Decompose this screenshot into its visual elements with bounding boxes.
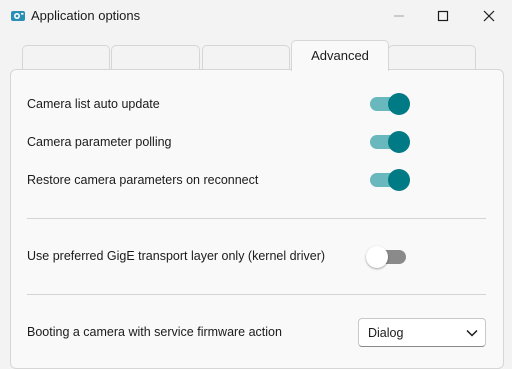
- maximize-icon: [437, 10, 449, 22]
- tab-5[interactable]: [388, 45, 476, 69]
- minimize-button[interactable]: [376, 0, 422, 32]
- booting-label: Booting a camera with service firmware a…: [27, 325, 282, 339]
- toggle-knob: [366, 246, 388, 268]
- booting-action-value: Dialog: [368, 326, 404, 340]
- window-title: Application options: [31, 8, 141, 23]
- toggle-knob: [388, 169, 410, 191]
- title-bar: Application options: [0, 0, 512, 32]
- booting-action-select[interactable]: Dialog: [358, 318, 486, 347]
- chevron-down-icon: [466, 329, 478, 337]
- polling-label: Camera parameter polling: [27, 135, 172, 149]
- toggle-knob: [388, 131, 410, 153]
- auto-update-toggle[interactable]: [370, 93, 410, 115]
- toggle-knob: [388, 93, 410, 115]
- gige-label: Use preferred GigE transport layer only …: [27, 249, 326, 263]
- gear-camera-icon: [11, 11, 25, 21]
- divider: [27, 294, 486, 295]
- maximize-button[interactable]: [420, 0, 466, 32]
- divider: [27, 218, 486, 219]
- tab-3[interactable]: [202, 45, 290, 69]
- restore-toggle[interactable]: [370, 169, 410, 191]
- tab-advanced[interactable]: Advanced: [291, 40, 389, 71]
- polling-toggle[interactable]: [370, 131, 410, 153]
- auto-update-label: Camera list auto update: [27, 97, 160, 111]
- minimize-icon: [394, 15, 404, 17]
- gige-toggle[interactable]: [366, 246, 406, 268]
- restore-label: Restore camera parameters on reconnect: [27, 173, 259, 187]
- tab-2[interactable]: [111, 45, 200, 69]
- tab-1[interactable]: [22, 45, 110, 69]
- close-icon: [483, 10, 495, 22]
- close-button[interactable]: [466, 0, 512, 32]
